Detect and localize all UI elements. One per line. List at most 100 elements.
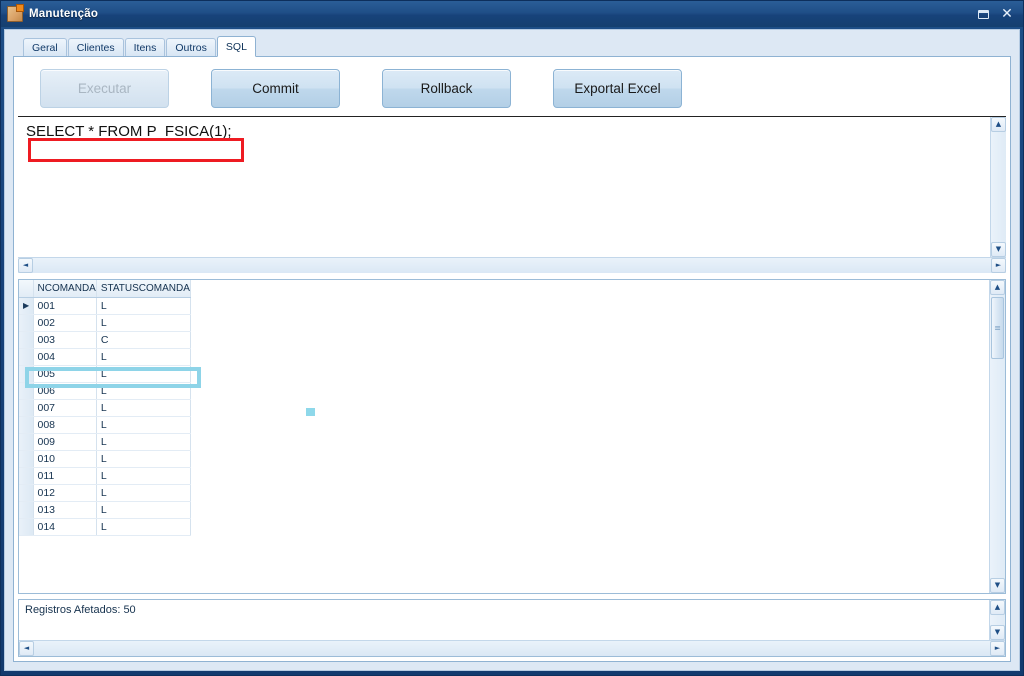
table-row[interactable]: 007 L: [19, 399, 191, 417]
client-area: Geral Clientes Itens Outros SQL Executar…: [4, 29, 1020, 671]
row-indicator-cell: [19, 450, 34, 468]
grid-scroll-up-button[interactable]: ▲: [990, 280, 1005, 295]
row-indicator-cell: [19, 331, 34, 349]
grid-vertical-scrollbar[interactable]: ▲ ▼: [989, 280, 1005, 593]
sql-vscroll-track[interactable]: [991, 132, 1006, 242]
results-grid-panel: NCOMANDA STATUSCOMANDA ▶ 001 L 002 L 003 C 004 L…: [18, 279, 1006, 594]
table-row[interactable]: 014 L: [19, 518, 191, 536]
cell-ncomanda[interactable]: 003: [33, 331, 97, 349]
cell-ncomanda[interactable]: 013: [33, 501, 97, 519]
table-row[interactable]: 010 L: [19, 450, 191, 468]
row-indicator-cell: [19, 348, 34, 366]
results-table-body: ▶ 001 L 002 L 003 C 004 L 005 L 006 L 007 L 008 L 009 L 010…: [19, 297, 191, 536]
cell-statuscomanda[interactable]: L: [96, 314, 191, 332]
tab-geral[interactable]: Geral: [23, 38, 67, 56]
commit-button[interactable]: Commit: [211, 69, 340, 108]
table-row[interactable]: 005 L: [19, 365, 191, 383]
close-icon: ✕: [1001, 6, 1013, 22]
table-row[interactable]: 004 L: [19, 348, 191, 366]
table-row[interactable]: 003 C: [19, 331, 191, 349]
exportar-excel-button[interactable]: Exportal Excel: [553, 69, 682, 108]
table-row[interactable]: 013 L: [19, 501, 191, 519]
status-scroll-left-button[interactable]: ◄: [19, 641, 34, 656]
table-row[interactable]: 011 L: [19, 467, 191, 485]
table-row[interactable]: 012 L: [19, 484, 191, 502]
results-grid[interactable]: NCOMANDA STATUSCOMANDA ▶ 001 L 002 L 003 C 004 L…: [19, 280, 989, 593]
cell-statuscomanda[interactable]: L: [96, 433, 191, 451]
sql-scroll-up-button[interactable]: ▲: [991, 117, 1006, 132]
tab-page-sql: Executar Commit Rollback Exportal Excel …: [13, 56, 1011, 662]
row-indicator-cell: [19, 416, 34, 434]
cell-statuscomanda[interactable]: L: [96, 484, 191, 502]
row-indicator-cell: [19, 399, 34, 417]
sql-input[interactable]: SELECT * FROM P_FSICA(1);: [18, 117, 990, 257]
cell-ncomanda[interactable]: 008: [33, 416, 97, 434]
column-header-ncomanda[interactable]: NCOMANDA: [33, 280, 97, 298]
cell-ncomanda[interactable]: 014: [33, 518, 97, 536]
cell-statuscomanda[interactable]: L: [96, 399, 191, 417]
table-row[interactable]: 002 L: [19, 314, 191, 332]
status-hscroll-track[interactable]: [34, 641, 990, 656]
cell-statuscomanda[interactable]: L: [96, 416, 191, 434]
cell-statuscomanda[interactable]: L: [96, 501, 191, 519]
cell-statuscomanda[interactable]: L: [96, 467, 191, 485]
results-table: NCOMANDA STATUSCOMANDA ▶ 001 L 002 L 003 C 004 L…: [19, 280, 191, 536]
restore-window-button[interactable]: [975, 7, 991, 21]
cell-statuscomanda[interactable]: L: [96, 382, 191, 400]
cell-statuscomanda[interactable]: C: [96, 331, 191, 349]
status-scroll-up-button[interactable]: ▲: [990, 600, 1005, 615]
cell-ncomanda[interactable]: 001: [33, 297, 97, 315]
sql-horizontal-scrollbar[interactable]: ◄ ►: [18, 257, 1006, 273]
row-indicator-cell: [19, 484, 34, 502]
grid-vscroll-thumb[interactable]: [991, 297, 1004, 359]
cell-ncomanda[interactable]: 010: [33, 450, 97, 468]
cell-ncomanda[interactable]: 009: [33, 433, 97, 451]
row-indicator-cell: [19, 501, 34, 519]
table-row[interactable]: 006 L: [19, 382, 191, 400]
title-bar: Manutenção ✕: [1, 1, 1023, 27]
table-row[interactable]: ▶ 001 L: [19, 297, 191, 315]
grid-scroll-down-button[interactable]: ▼: [990, 578, 1005, 593]
results-header-row: NCOMANDA STATUSCOMANDA: [19, 280, 191, 298]
sql-editor-panel: SELECT * FROM P_FSICA(1); ▲ ▼ ◄ ►: [18, 117, 1006, 273]
sql-vertical-scrollbar[interactable]: ▲ ▼: [990, 117, 1006, 257]
status-vertical-scrollbar[interactable]: ▲ ▼: [989, 600, 1005, 640]
status-scroll-down-button[interactable]: ▼: [990, 625, 1005, 640]
cell-ncomanda[interactable]: 005: [33, 365, 97, 383]
cell-ncomanda[interactable]: 007: [33, 399, 97, 417]
column-header-statuscomanda[interactable]: STATUSCOMANDA: [96, 280, 191, 298]
cell-ncomanda[interactable]: 012: [33, 484, 97, 502]
current-row-indicator-icon: ▶: [19, 297, 34, 315]
cell-ncomanda[interactable]: 002: [33, 314, 97, 332]
tab-clientes[interactable]: Clientes: [67, 38, 124, 56]
row-indicator-cell: [19, 467, 34, 485]
window-controls: ✕: [975, 7, 1015, 21]
status-vscroll-track[interactable]: [990, 615, 1005, 625]
sql-scroll-right-button[interactable]: ►: [991, 258, 1006, 273]
table-row[interactable]: 008 L: [19, 416, 191, 434]
cell-ncomanda[interactable]: 011: [33, 467, 97, 485]
row-indicator-cell: [19, 433, 34, 451]
grid-vscroll-track[interactable]: [990, 295, 1005, 578]
sql-hscroll-track[interactable]: [33, 258, 991, 273]
results-grid-row: NCOMANDA STATUSCOMANDA ▶ 001 L 002 L 003 C 004 L…: [19, 280, 1005, 593]
cell-statuscomanda[interactable]: L: [96, 365, 191, 383]
cell-statuscomanda[interactable]: L: [96, 348, 191, 366]
sql-scroll-down-button[interactable]: ▼: [991, 242, 1006, 257]
tab-sql[interactable]: SQL: [216, 36, 256, 57]
rollback-button[interactable]: Rollback: [382, 69, 511, 108]
tab-itens[interactable]: Itens: [124, 38, 166, 56]
tab-outros[interactable]: Outros: [166, 38, 216, 56]
window-title: Manutenção: [29, 8, 99, 20]
cell-ncomanda[interactable]: 004: [33, 348, 97, 366]
table-row[interactable]: 009 L: [19, 433, 191, 451]
sql-scroll-left-button[interactable]: ◄: [18, 258, 33, 273]
cell-statuscomanda[interactable]: L: [96, 297, 191, 315]
status-scroll-right-button[interactable]: ►: [990, 641, 1005, 656]
cell-statuscomanda[interactable]: L: [96, 518, 191, 536]
executar-button[interactable]: Executar: [40, 69, 169, 108]
cell-statuscomanda[interactable]: L: [96, 450, 191, 468]
status-horizontal-scrollbar[interactable]: ◄ ►: [19, 640, 1005, 656]
close-window-button[interactable]: ✕: [999, 7, 1015, 21]
cell-ncomanda[interactable]: 006: [33, 382, 97, 400]
